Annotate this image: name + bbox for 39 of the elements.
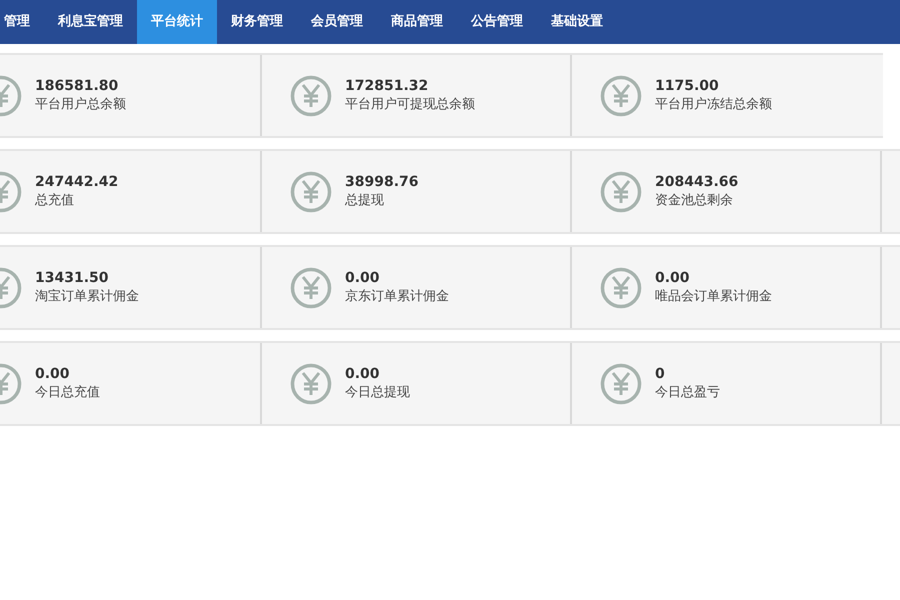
stat-value: 1175.00 (655, 77, 720, 96)
yen-icon (600, 170, 642, 212)
stat-label: 京东订单累计佣金 (345, 288, 449, 306)
yen-icon (290, 170, 332, 212)
stat-label: 资金池总剩余 (655, 192, 734, 210)
yen-icon (600, 266, 642, 308)
stat-label: 今日总充值 (35, 384, 100, 402)
stat-value: 0 (655, 365, 666, 384)
stat-value: 0.00 (655, 269, 691, 288)
stat-label: 总提现 (345, 192, 385, 210)
stat-label: 平台用户可提现总余额 (345, 96, 475, 114)
stat-label: 唯品会订单累计佣金 (655, 288, 772, 306)
nav-tab[interactable]: 财务管理 (217, 0, 297, 44)
stat-label: 总充值 (35, 192, 75, 210)
nav-tab[interactable]: 基础设置 (537, 0, 617, 44)
nav-tab[interactable]: 公告管理 (457, 0, 537, 44)
stat-label: 平台用户总余额 (35, 96, 126, 114)
stat-label: 今日总盈亏 (655, 384, 720, 402)
stat-value: 0.00 (345, 365, 381, 384)
yen-icon (600, 74, 642, 116)
stat-value: 0.00 (345, 269, 381, 288)
stat-value: 0.00 (35, 365, 71, 384)
stat-value: 38998.76 (345, 173, 419, 192)
yen-icon (290, 266, 332, 308)
stat-value: 13431.50 (35, 269, 110, 288)
nav-tab[interactable]: 会员管理 (297, 0, 377, 44)
yen-icon (290, 74, 332, 116)
stat-label: 淘宝订单累计佣金 (35, 288, 139, 306)
nav-tab[interactable]: 商品管理 (377, 0, 457, 44)
stat-value: 186581.80 (35, 77, 120, 96)
yen-icon (290, 362, 332, 404)
stat-label: 今日总提现 (345, 384, 410, 402)
stat-value: 247442.42 (35, 173, 118, 192)
nav-tab[interactable]: 管理 (0, 0, 44, 44)
stat-value: 172851.32 (345, 77, 430, 96)
nav-tab[interactable]: 利息宝管理 (44, 0, 137, 44)
yen-icon (600, 362, 642, 404)
stat-label: 平台用户冻结总余额 (655, 96, 772, 114)
stat-value: 208443.66 (655, 173, 738, 192)
